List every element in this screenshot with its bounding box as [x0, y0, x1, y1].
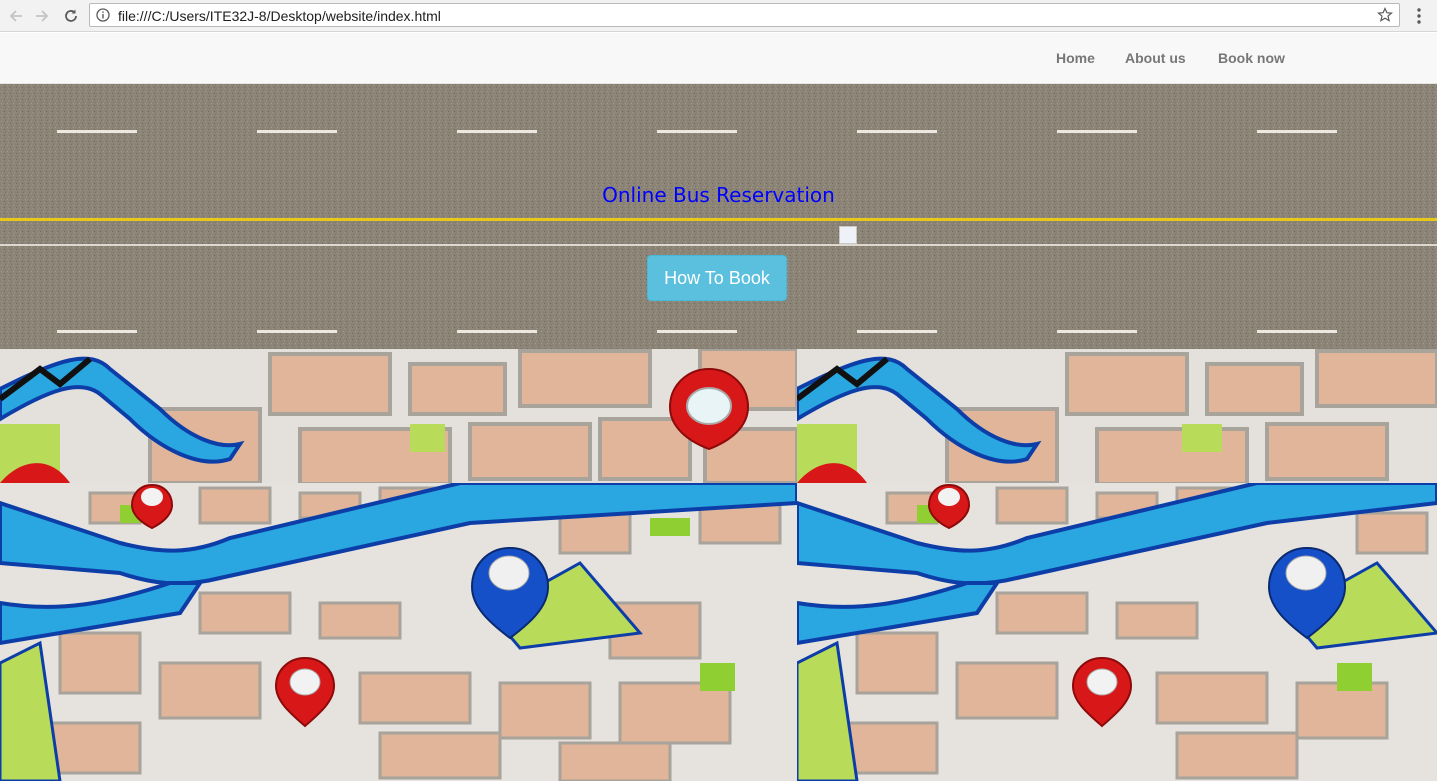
map-image-2 [797, 349, 1437, 483]
star-icon[interactable] [1377, 7, 1393, 23]
site-navbar: Home About us Book now [0, 33, 1437, 84]
info-icon[interactable] [96, 8, 110, 22]
road-background [0, 84, 1437, 349]
broken-image-icon [839, 226, 857, 244]
nav-home-link[interactable]: Home [1056, 50, 1095, 66]
nav-about-us-link[interactable]: About us [1125, 50, 1186, 66]
how-to-book-button[interactable]: How To Book [647, 255, 787, 301]
reload-icon[interactable] [60, 5, 82, 27]
hero-title: Online Bus Reservation [602, 183, 835, 207]
forward-arrow-icon[interactable] [31, 5, 53, 27]
browser-toolbar: file:///C:/Users/ITE32J-8/Desktop/websit… [0, 0, 1437, 32]
map-image-1 [0, 349, 797, 483]
hero-banner: Online Bus Reservation How To Book [0, 84, 1437, 349]
map-image-3 [0, 483, 797, 781]
address-url[interactable]: file:///C:/Users/ITE32J-8/Desktop/websit… [118, 8, 441, 24]
back-arrow-icon[interactable] [5, 5, 27, 27]
address-bar[interactable]: file:///C:/Users/ITE32J-8/Desktop/websit… [89, 3, 1400, 27]
nav-book-now-link[interactable]: Book now [1218, 50, 1285, 66]
menu-dots-icon[interactable] [1411, 5, 1427, 27]
map-image-4 [797, 483, 1437, 781]
map-gallery [0, 349, 1437, 781]
